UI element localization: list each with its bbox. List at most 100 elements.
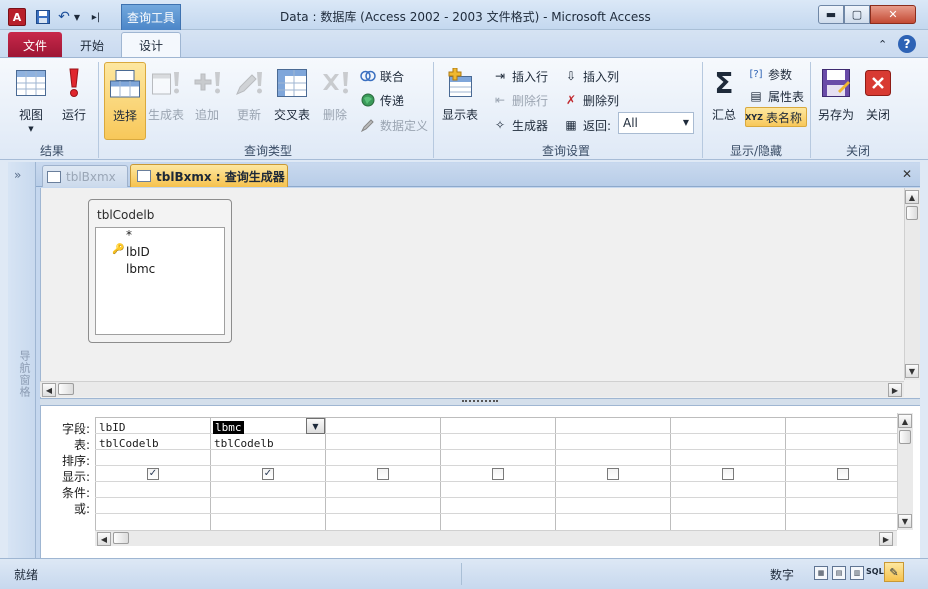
- table-field-list[interactable]: tblCodelb * 🔑 lbID lbmc: [88, 199, 232, 343]
- customize-qat-icon[interactable]: ▸|: [90, 8, 102, 26]
- property-sheet-button[interactable]: ▤ 属性表: [748, 86, 804, 106]
- grid-cell-table[interactable]: tblCodelb: [214, 437, 274, 450]
- query-icon: [137, 170, 151, 182]
- save-as-button[interactable]: 另存为: [814, 62, 858, 140]
- data-definition-icon: [360, 117, 376, 133]
- maximize-button[interactable]: ▢: [844, 5, 870, 24]
- undo-icon[interactable]: ↶: [57, 8, 71, 26]
- field-list[interactable]: * 🔑 lbID lbmc: [95, 227, 225, 335]
- union-button[interactable]: 联合: [360, 66, 404, 86]
- parameters-button[interactable]: [?] 参数: [748, 64, 792, 84]
- insert-columns-icon: ⇩: [565, 69, 577, 83]
- upper-vertical-scrollbar[interactable]: ▲ ▼: [904, 188, 920, 380]
- table-names-button[interactable]: XYZ 表名称: [745, 107, 808, 127]
- run-button[interactable]: 运行: [56, 62, 92, 140]
- pivotchart-view-icon[interactable]: ▥: [850, 566, 864, 580]
- grid-horizontal-scrollbar[interactable]: ◀ ▶: [95, 530, 897, 546]
- grid-vertical-scrollbar[interactable]: ▲ ▼: [897, 413, 913, 530]
- show-checkbox[interactable]: [377, 468, 389, 480]
- minimize-ribbon-icon[interactable]: ⌃: [878, 38, 887, 51]
- make-table-button[interactable]: 生成表: [147, 62, 185, 140]
- scroll-down-icon[interactable]: ▼: [905, 364, 919, 378]
- nav-pane-expand-icon[interactable]: »: [14, 168, 21, 182]
- scroll-thumb[interactable]: [906, 206, 918, 220]
- make-table-icon: [149, 66, 183, 100]
- ribbon-tab-bar: 文件 开始 设计 ⌃ ?: [0, 30, 928, 58]
- pane-splitter[interactable]: [40, 398, 920, 406]
- append-button[interactable]: 追加: [190, 62, 224, 140]
- datasheet-view-icon[interactable]: ▦: [814, 566, 828, 580]
- scroll-down-icon[interactable]: ▼: [898, 514, 912, 528]
- scroll-right-icon[interactable]: ▶: [888, 383, 902, 397]
- tab-design[interactable]: 设计: [121, 32, 181, 58]
- grid-cell-field-selected[interactable]: lbmc: [213, 421, 244, 434]
- scroll-left-icon[interactable]: ◀: [42, 383, 56, 397]
- status-text: 就绪: [14, 568, 39, 582]
- show-checkbox[interactable]: ✓: [262, 468, 274, 480]
- select-query-button[interactable]: 选择: [104, 62, 146, 140]
- delete-rows-button[interactable]: ⇤ 删除行: [492, 90, 548, 110]
- grid-cell-field[interactable]: lbID: [99, 421, 126, 434]
- group-label-close: 关闭: [846, 144, 871, 158]
- scroll-left-icon[interactable]: ◀: [97, 532, 111, 546]
- undo-dropdown-icon[interactable]: ▼: [73, 8, 81, 26]
- insert-columns-button[interactable]: ⇩ 插入列: [563, 66, 619, 86]
- update-button[interactable]: 更新: [232, 62, 266, 140]
- save-icon[interactable]: [35, 8, 51, 26]
- show-table-icon: [443, 66, 477, 100]
- document-tab-strip: tblBxmx tblBxmx : 查询生成器 ✕: [36, 163, 920, 187]
- help-icon[interactable]: ?: [898, 35, 916, 53]
- pivottable-view-icon[interactable]: ▤: [832, 566, 846, 580]
- view-button[interactable]: 视图 ▼: [10, 62, 52, 140]
- builder-button[interactable]: ✧ 生成器: [492, 115, 548, 135]
- field-dropdown-button[interactable]: ▼: [306, 418, 325, 434]
- select-query-icon: [108, 67, 142, 101]
- navigation-pane[interactable]: » 导航窗格: [8, 162, 36, 558]
- access-app-icon[interactable]: A: [8, 8, 26, 26]
- upper-horizontal-scrollbar[interactable]: ◀ ▶: [40, 381, 904, 397]
- minimize-button[interactable]: ▬: [818, 5, 844, 24]
- close-query-button[interactable]: 关闭: [862, 62, 894, 140]
- close-window-button[interactable]: ✕: [870, 5, 916, 24]
- design-view-icon[interactable]: ✎: [884, 562, 904, 582]
- group-label-query-setup: 查询设置: [542, 144, 591, 158]
- delete-query-button[interactable]: 删除: [318, 62, 352, 140]
- show-checkbox[interactable]: [492, 468, 504, 480]
- doc-tab-query-builder[interactable]: tblBxmx : 查询生成器: [130, 164, 288, 187]
- field-lbmc[interactable]: lbmc: [126, 262, 155, 276]
- show-checkbox[interactable]: [722, 468, 734, 480]
- field-all[interactable]: *: [126, 228, 132, 242]
- nav-pane-label: 导航窗格: [18, 350, 31, 398]
- scroll-up-icon[interactable]: ▲: [898, 414, 912, 428]
- show-checkbox[interactable]: [837, 468, 849, 480]
- crosstab-button[interactable]: 交叉表: [272, 62, 312, 140]
- scroll-thumb[interactable]: [899, 430, 911, 444]
- splitter-grip[interactable]: [462, 400, 498, 404]
- show-checkbox[interactable]: [607, 468, 619, 480]
- doc-tab-tblbxmx[interactable]: tblBxmx: [42, 165, 128, 187]
- sql-view-icon[interactable]: SQL: [866, 567, 884, 576]
- scroll-right-icon[interactable]: ▶: [879, 532, 893, 546]
- grid-cell-table[interactable]: tblCodelb: [99, 437, 159, 450]
- delete-columns-button[interactable]: ✗ 删除列: [563, 90, 619, 110]
- tab-home[interactable]: 开始: [67, 32, 117, 58]
- return-select[interactable]: All ▼: [618, 112, 694, 134]
- update-pencil-icon: [232, 66, 266, 100]
- scroll-thumb[interactable]: [113, 532, 129, 544]
- group-separator: [433, 62, 434, 158]
- num-lock-indicator: 数字: [770, 568, 795, 582]
- data-definition-button[interactable]: 数据定义: [360, 115, 428, 135]
- scroll-up-icon[interactable]: ▲: [905, 190, 919, 204]
- show-table-button[interactable]: 显示表: [439, 62, 481, 140]
- close-document-icon[interactable]: ✕: [902, 167, 912, 181]
- save-as-icon: [819, 66, 853, 100]
- field-lbid[interactable]: lbID: [126, 245, 150, 259]
- row-label-table: 表:: [73, 438, 90, 452]
- insert-rows-button[interactable]: ⇥ 插入行: [492, 66, 548, 86]
- totals-button[interactable]: Σ 汇总: [706, 62, 742, 140]
- show-checkbox[interactable]: ✓: [147, 468, 159, 480]
- scroll-thumb[interactable]: [58, 383, 74, 395]
- tab-file[interactable]: 文件: [8, 32, 62, 58]
- globe-icon: [360, 92, 376, 108]
- passthrough-button[interactable]: 传递: [360, 90, 404, 110]
